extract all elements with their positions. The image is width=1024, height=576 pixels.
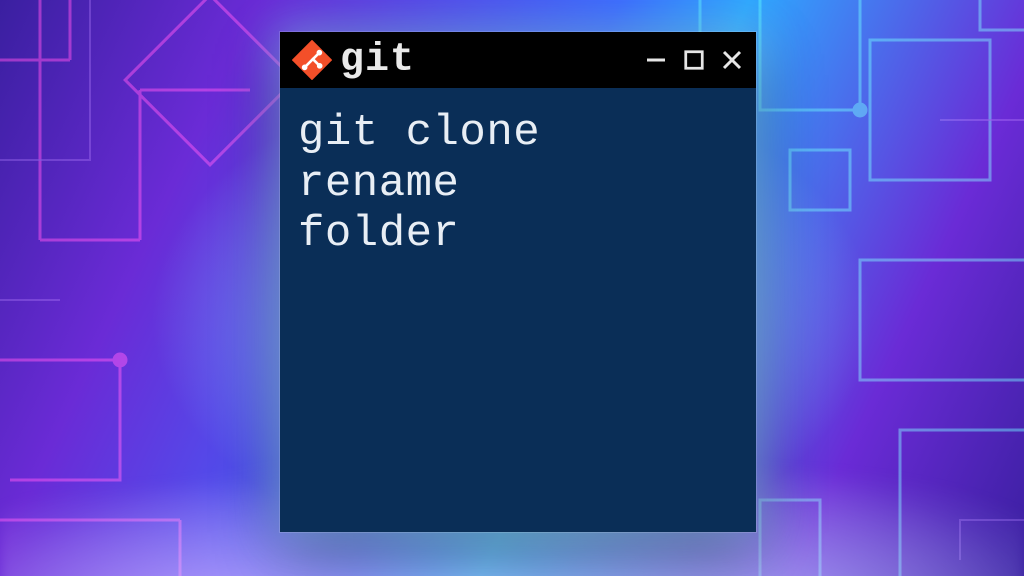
terminal-window: git git clone rename folder (280, 32, 756, 532)
terminal-body[interactable]: git clone rename folder (280, 88, 756, 532)
window-title: git (340, 38, 415, 83)
window-titlebar[interactable]: git (280, 32, 756, 88)
close-icon (720, 48, 744, 72)
close-button[interactable] (720, 48, 744, 72)
window-title-group: git (292, 38, 415, 83)
maximize-icon (683, 49, 705, 71)
minimize-icon (644, 48, 668, 72)
git-logo-icon (292, 40, 332, 80)
terminal-text: git clone rename folder (298, 108, 738, 260)
window-controls (644, 48, 744, 72)
maximize-button[interactable] (682, 48, 706, 72)
minimize-button[interactable] (644, 48, 668, 72)
